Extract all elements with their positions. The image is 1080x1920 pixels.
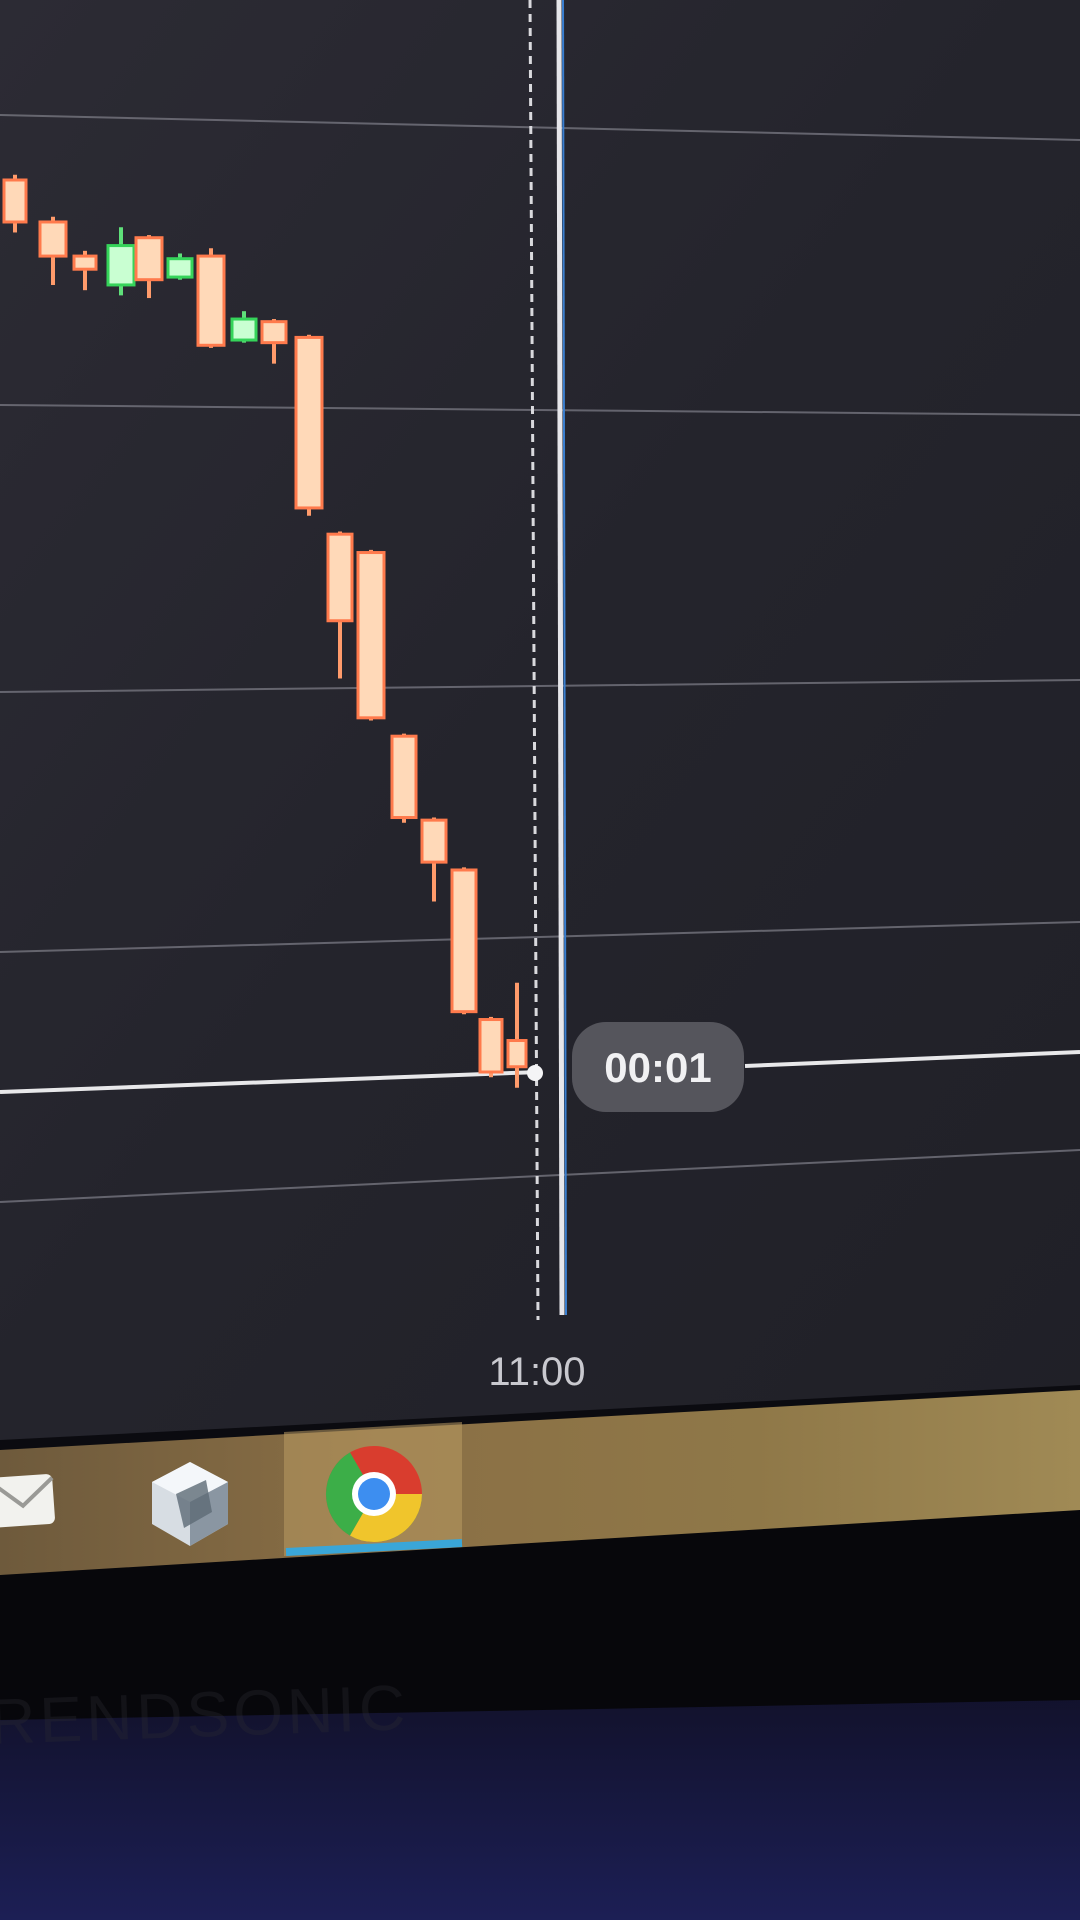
candle-bearish: [478, 1018, 504, 1074]
candle-bearish: [2, 178, 28, 224]
candle-bearish: [506, 1039, 528, 1069]
monitor-brand-watermark: RENDSONIC: [0, 1671, 410, 1758]
candle-bearish: [420, 818, 448, 864]
candle-bearish: [356, 551, 386, 720]
candle-bearish: [326, 532, 354, 623]
chart-area: [0, 0, 1080, 1440]
candle-bearish: [450, 868, 478, 1014]
candle-bearish: [72, 254, 98, 271]
candle-bearish: [134, 236, 164, 282]
timer-badge: 00:01: [572, 1022, 744, 1112]
candle-bearish: [260, 320, 288, 345]
candle-bullish: [106, 244, 136, 287]
x-tick-label: 11:00: [488, 1350, 585, 1394]
mail-icon[interactable]: [0, 1474, 55, 1528]
photo-scene: RENDSONIC 00:01 11:00: [0, 0, 1080, 1920]
candle-bullish: [230, 317, 258, 342]
candle-bullish: [166, 257, 194, 279]
expiry-line: [556, 0, 565, 1316]
candle-bearish: [390, 734, 418, 820]
current-price-marker: [527, 1065, 543, 1081]
timer-text: 00:01: [604, 1044, 711, 1091]
chrome-icon[interactable]: [325, 1446, 423, 1543]
candle-bearish: [294, 335, 324, 510]
candle-bearish: [38, 220, 68, 258]
candle-bearish: [196, 254, 226, 347]
